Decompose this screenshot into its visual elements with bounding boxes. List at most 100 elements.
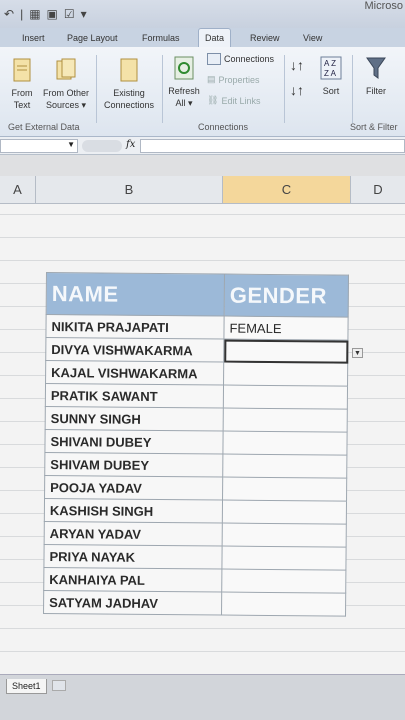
existing-connections-button[interactable]: Existing Connections: [100, 57, 158, 111]
group-label-sort-filter: Sort & Filter: [350, 122, 398, 132]
gender-cell[interactable]: [223, 385, 348, 410]
refresh-all-button[interactable]: Refresh All ▾: [165, 55, 203, 109]
header-gender[interactable]: GENDER: [224, 274, 349, 318]
gender-cell[interactable]: [221, 592, 346, 617]
tab-page-layout[interactable]: Page Layout: [67, 33, 118, 43]
table-row: SUNNY SINGH: [45, 406, 348, 433]
name-cell[interactable]: PRATIK SAWANT: [45, 383, 224, 409]
table-row: ARYAN YADAV: [44, 521, 347, 548]
gender-cell[interactable]: [223, 408, 348, 433]
dropdown-arrow-icon: ▾: [188, 98, 193, 108]
tab-data[interactable]: Data: [198, 28, 232, 49]
gender-cell[interactable]: FEMALE: [223, 316, 349, 341]
customize-dropdown-icon[interactable]: ▾: [81, 7, 87, 21]
column-header-b[interactable]: B: [35, 176, 222, 204]
from-text-button[interactable]: From Text: [6, 57, 38, 111]
sort-z-a-button[interactable]: ↓↑: [290, 82, 304, 98]
grid-icon[interactable]: ▦: [29, 7, 40, 21]
gender-cell[interactable]: [222, 431, 348, 456]
name-cell[interactable]: ARYAN YADAV: [44, 521, 223, 547]
chevron-down-icon[interactable]: ▼: [67, 140, 75, 149]
data-table: NAME GENDER NIKITA PRAJAPATI FEMALE DIVYA…: [43, 272, 349, 617]
formula-input[interactable]: [140, 139, 405, 153]
ribbon-tabs: Insert Page Layout Formulas Data Review …: [0, 28, 405, 49]
edit-links-button[interactable]: ⛓ Edit Links: [207, 95, 260, 106]
table-row: NIKITA PRAJAPATI FEMALE: [45, 314, 349, 341]
name-cell[interactable]: SHIVANI DUBEY: [44, 429, 224, 455]
connections-icon: [207, 53, 221, 65]
filter-button[interactable]: Filter: [358, 55, 394, 97]
column-header-d[interactable]: D: [350, 176, 405, 204]
connections-button[interactable]: Connections: [207, 53, 274, 65]
quick-access-toolbar: ↶ | ▦ ▣ ☑ ▾ Microso: [0, 0, 405, 30]
link-icon: ⛓: [207, 95, 219, 105]
tab-view[interactable]: View: [303, 33, 322, 43]
chevron-down-icon: ▼: [354, 350, 361, 357]
database-icon: [56, 58, 76, 80]
gender-cell[interactable]: [221, 569, 346, 594]
column-header-c[interactable]: C: [222, 176, 350, 204]
sheet-tab[interactable]: Sheet1: [6, 679, 47, 694]
checkbox-icon[interactable]: ☑: [64, 7, 75, 21]
gender-cell[interactable]: [223, 362, 348, 387]
group-label-connections: Connections: [198, 122, 249, 132]
tab-formulas[interactable]: Formulas: [142, 33, 180, 43]
name-cell[interactable]: PRIYA NAYAK: [43, 544, 223, 570]
tab-review[interactable]: Review: [250, 33, 280, 43]
connections-file-icon: [120, 58, 138, 82]
table-row: DIVYA VISHWAKARMA: [45, 337, 348, 364]
dropdown-arrow-icon: ▾: [81, 100, 87, 110]
sort-button[interactable]: A ZZ A Sort: [314, 55, 348, 97]
table-row: KASHISH SINGH: [44, 498, 347, 525]
table-row: POOJA YADAV: [44, 475, 347, 502]
table-header-row: NAME GENDER: [46, 272, 349, 318]
name-box[interactable]: ▼: [0, 139, 78, 153]
sort-descending-icon: ↓↑: [290, 82, 304, 98]
text-file-icon: [13, 58, 31, 82]
header-name[interactable]: NAME: [46, 272, 225, 317]
gender-cell[interactable]: [222, 477, 347, 502]
name-cell[interactable]: SATYAM JADHAV: [43, 590, 222, 616]
gender-cell[interactable]: [222, 523, 347, 548]
properties-button[interactable]: ▤ Properties: [207, 74, 260, 85]
gender-cell[interactable]: [221, 546, 347, 571]
name-cell[interactable]: KANHAIYA PAL: [43, 567, 222, 593]
validation-dropdown-button[interactable]: ▼: [352, 348, 363, 358]
gender-cell[interactable]: [222, 454, 347, 479]
name-cell[interactable]: POOJA YADAV: [44, 475, 223, 501]
tab-insert[interactable]: Insert: [22, 33, 45, 43]
table-row: PRATIK SAWANT: [45, 383, 348, 410]
function-icon[interactable]: fx: [126, 139, 135, 150]
sort-a-z-button[interactable]: ↓↑: [290, 57, 304, 73]
table-row: SHIVAM DUBEY: [44, 452, 347, 479]
save-icon[interactable]: ▣: [47, 7, 58, 21]
divider-icon: |: [20, 7, 24, 21]
column-header-a[interactable]: A: [0, 176, 35, 204]
refresh-icon: [174, 56, 194, 80]
ribbon: From Text From Other Sources ▾ Existing …: [0, 47, 405, 137]
table-row: SHIVANI DUBEY: [44, 429, 348, 456]
group-label-external-data: Get External Data: [8, 122, 80, 132]
name-cell[interactable]: SUNNY SINGH: [45, 406, 224, 432]
svg-text:A Z: A Z: [324, 59, 336, 68]
name-cell[interactable]: NIKITA PRAJAPATI: [45, 314, 225, 340]
name-cell[interactable]: KASHISH SINGH: [44, 498, 223, 524]
undo-icon[interactable]: ↶: [4, 7, 14, 21]
properties-icon: ▤: [207, 74, 216, 84]
name-cell[interactable]: SHIVAM DUBEY: [44, 452, 223, 478]
name-cell[interactable]: DIVYA VISHWAKARMA: [45, 337, 224, 363]
table-row: SATYAM JADHAV: [43, 590, 346, 617]
insert-sheet-icon[interactable]: [52, 680, 66, 691]
from-other-sources-button[interactable]: From Other Sources ▾: [40, 57, 92, 111]
gender-cell[interactable]: [222, 500, 347, 525]
table-row: PRIYA NAYAK: [43, 544, 347, 571]
formula-buttons[interactable]: [82, 140, 122, 152]
svg-text:Z A: Z A: [324, 69, 337, 78]
gender-cell-selected[interactable]: [223, 339, 348, 364]
sort-dialog-icon: A ZZ A: [320, 56, 342, 80]
name-cell[interactable]: KAJAL VISHWAKARMA: [45, 360, 224, 386]
sort-ascending-icon: ↓↑: [290, 57, 304, 73]
formula-bar: ▼ fx: [0, 137, 405, 155]
table-row: KANHAIYA PAL: [43, 567, 346, 594]
table-row: KAJAL VISHWAKARMA: [45, 360, 348, 387]
